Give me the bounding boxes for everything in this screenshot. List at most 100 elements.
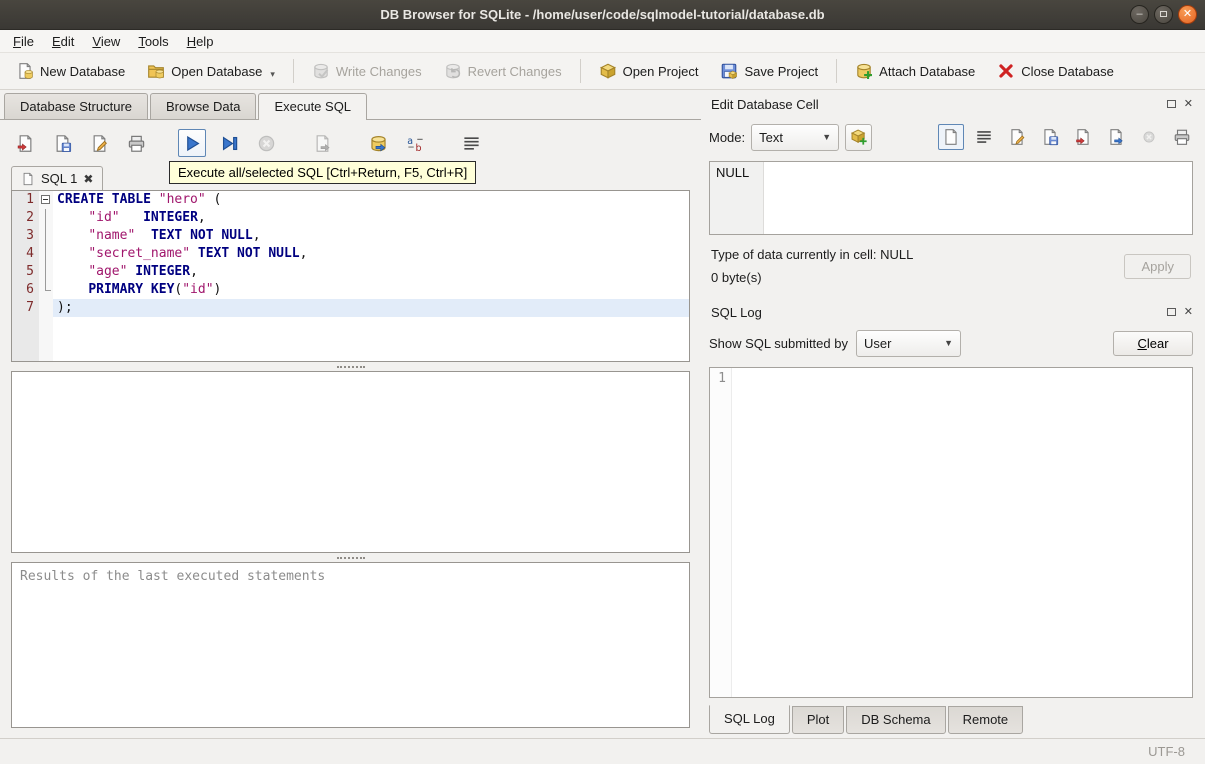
sql-doc-close-icon[interactable]: ✖ (83, 172, 93, 186)
editor-line[interactable]: 4 "secret_name" TEXT NOT NULL, (12, 245, 689, 263)
set-null-button (1136, 124, 1162, 150)
log-filter-combobox[interactable]: User ▼ (855, 329, 961, 357)
editor-line[interactable]: 6 PRIMARY KEY("id") (12, 281, 689, 299)
execute-all-button[interactable] (178, 129, 206, 157)
print-cell-icon (1174, 129, 1190, 145)
edit-cell-title: Edit Database Cell (711, 96, 819, 112)
find-replace-button[interactable] (401, 129, 429, 157)
menu-tools[interactable]: Tools (129, 31, 177, 52)
open-database-dropdown-icon[interactable]: ▾ (270, 69, 275, 80)
fold-margin (39, 263, 53, 281)
menu-edit[interactable]: Edit (43, 31, 83, 52)
sql-log-area[interactable]: 1 (709, 367, 1193, 698)
fold-collapse-icon[interactable] (41, 195, 50, 204)
dock-close-icon[interactable]: ✕ (1184, 307, 1193, 318)
dock-float-icon[interactable] (1166, 308, 1176, 316)
editor-splitter[interactable] (11, 362, 690, 371)
open-project-button[interactable]: Open Project (589, 56, 709, 86)
dock-close-icon[interactable]: ✕ (1184, 99, 1193, 110)
log-filter-value: User (863, 335, 892, 351)
export-cell-button[interactable] (1103, 124, 1129, 150)
save-sql-as-button[interactable] (85, 129, 113, 157)
sql-toolbar (11, 120, 690, 162)
close-database-button[interactable]: Close Database (987, 56, 1124, 86)
titlebar[interactable]: DB Browser for SQLite - /home/user/code/… (0, 0, 1205, 30)
tab-sql-log[interactable]: SQL Log (709, 705, 790, 734)
tab-plot[interactable]: Plot (791, 706, 845, 734)
print-cell-button[interactable] (1169, 124, 1195, 150)
encoding-indicator[interactable]: UTF-8 (1148, 744, 1185, 759)
results-placeholder: Results of the last executed statements (20, 569, 326, 584)
editor-line[interactable]: 1 CREATE TABLE "hero" ( (12, 191, 689, 209)
fold-margin (39, 209, 53, 227)
menu-file[interactable]: File (4, 31, 43, 52)
tab-db-schema[interactable]: DB Schema (846, 706, 946, 734)
write-changes-icon (314, 63, 329, 79)
maximize-button[interactable] (1154, 5, 1173, 24)
sql-editor[interactable]: 1 CREATE TABLE "hero" (2 "id" INTEGER, 3 "… (11, 190, 690, 362)
maximize-icon (1160, 11, 1167, 17)
tab-execute-sql[interactable]: Execute SQL (258, 93, 368, 120)
close-button[interactable]: ✕ (1178, 5, 1197, 24)
menu-view[interactable]: View (83, 31, 129, 52)
editor-line[interactable]: 5 "age" INTEGER, (12, 263, 689, 281)
export-data-button[interactable] (364, 129, 392, 157)
format-sql-button[interactable] (457, 129, 485, 157)
import-file-button[interactable] (845, 123, 873, 151)
sql-doc-icon (23, 172, 33, 185)
print-sql-button[interactable] (122, 129, 150, 157)
save-results-button (308, 129, 336, 157)
execute-line-button[interactable] (215, 129, 243, 157)
editor-line[interactable]: 3 "name" TEXT NOT NULL, (12, 227, 689, 245)
open-sql-file-button[interactable] (11, 129, 39, 157)
results-splitter[interactable] (11, 553, 690, 562)
fold-margin (39, 245, 53, 263)
save-cell-button[interactable] (1037, 124, 1063, 150)
save-project-button[interactable]: Save Project (710, 56, 828, 86)
tab-remote[interactable]: Remote (947, 706, 1024, 734)
save-results-icon (316, 134, 329, 152)
attach-database-button[interactable]: Attach Database (845, 56, 985, 86)
minimize-button[interactable]: – (1130, 5, 1149, 24)
menu-help[interactable]: Help (178, 31, 223, 52)
editor-line[interactable]: 7); (12, 299, 689, 317)
import-cell-button[interactable] (1070, 124, 1096, 150)
dock-float-icon[interactable] (1166, 100, 1176, 108)
results-grid[interactable] (11, 371, 690, 553)
apply-button: Apply (1124, 253, 1191, 279)
mode-combobox[interactable]: Text ▼ (751, 123, 840, 151)
code-text: PRIMARY KEY("id") (88, 282, 222, 297)
toolbar-separator (292, 59, 294, 83)
editor-line[interactable]: 2 "id" INTEGER, (12, 209, 689, 227)
cell-mode-icons (938, 124, 1195, 150)
mode-label: Mode: (709, 129, 746, 145)
save-sql-file-button[interactable] (48, 129, 76, 157)
word-wrap-button[interactable] (971, 124, 997, 150)
fold-margin[interactable] (39, 191, 53, 209)
sql-doc-tab-label: SQL 1 (41, 171, 78, 186)
cell-value-editor[interactable]: NULL (709, 161, 1193, 235)
print-sql-icon (128, 135, 144, 152)
open-in-app-button[interactable] (1004, 124, 1030, 150)
tab-browse-data[interactable]: Browse Data (150, 93, 257, 119)
results-message-pane[interactable]: Results of the last executed statements (11, 562, 690, 728)
execute-line-icon (222, 136, 237, 150)
sql-doc-tab[interactable]: SQL 1 ✖ (11, 166, 104, 190)
line-number: 6 (26, 282, 34, 297)
clear-log-button[interactable]: Clear (1113, 330, 1193, 356)
cell-value-text: NULL (716, 165, 750, 180)
left-pane: Database Structure Browse Data Execute S… (0, 90, 701, 738)
right-dock-tabbar: SQL Log Plot DB Schema Remote (707, 705, 1195, 734)
text-view-button[interactable] (938, 124, 964, 150)
tab-database-structure[interactable]: Database Structure (4, 93, 149, 119)
splitter-grip-icon (336, 556, 365, 559)
open-database-button[interactable]: Open Database ▾ (137, 56, 285, 86)
stop-execution-button (252, 129, 280, 157)
save-sql-file-icon (56, 134, 71, 152)
code-text: ); (53, 299, 689, 317)
new-database-button[interactable]: New Database (6, 56, 135, 86)
line-number: 1 (26, 192, 34, 207)
edit-cell-dock-header: Edit Database Cell ✕ (707, 91, 1195, 115)
sql-editor-lines: 1 CREATE TABLE "hero" (2 "id" INTEGER, 3 "… (12, 191, 689, 317)
cell-value-gutter: NULL (710, 162, 764, 234)
